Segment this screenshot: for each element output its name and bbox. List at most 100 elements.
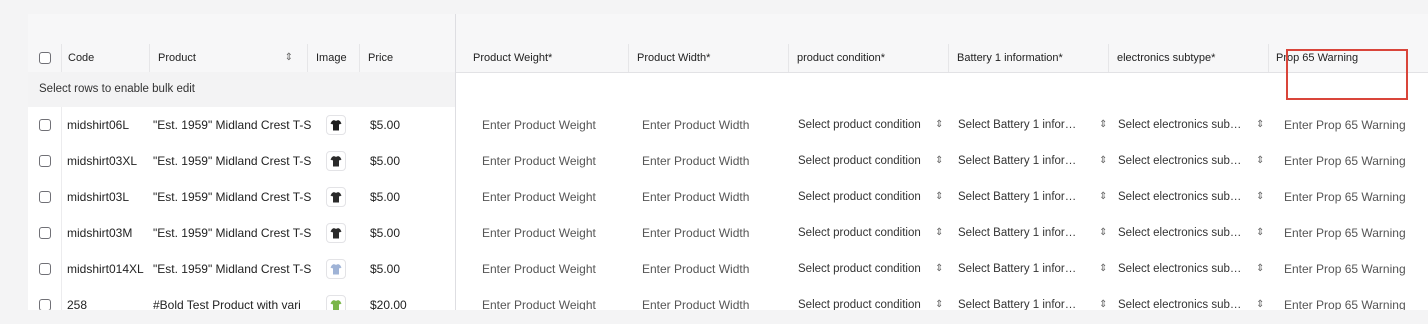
column-header-product[interactable]: Product ⇕: [150, 44, 308, 72]
grid-top-strip: [28, 14, 1428, 45]
product-weight-input[interactable]: Enter Product Weight: [465, 107, 629, 143]
row-product-name[interactable]: "Est. 1959" Midland Crest T-S: [153, 179, 319, 215]
product-width-input[interactable]: Enter Product Width: [629, 143, 789, 179]
chevron-updown-icon[interactable]: ⇕: [1256, 215, 1264, 251]
row-price[interactable]: $5.00: [370, 215, 450, 251]
row-product-name[interactable]: "Est. 1959" Midland Crest T-S: [153, 143, 319, 179]
bulk-edit-row: Select rows to enable bulk edit: [28, 72, 1428, 108]
chevron-updown-icon[interactable]: ⇕: [935, 287, 943, 310]
row-checkbox[interactable]: [39, 191, 51, 203]
product-thumbnail[interactable]: [326, 259, 346, 279]
product-thumbnail[interactable]: [326, 223, 346, 243]
prop65-warning-input[interactable]: Enter Prop 65 Warning: [1269, 287, 1428, 310]
row-checkbox[interactable]: [39, 299, 51, 310]
product-width-input[interactable]: Enter Product Width: [629, 287, 789, 310]
product-thumbnail[interactable]: [326, 295, 346, 310]
chevron-updown-icon[interactable]: ⇕: [1256, 179, 1264, 215]
row-price[interactable]: $5.00: [370, 107, 450, 143]
row-code[interactable]: midshirt06L: [62, 107, 150, 143]
product-condition-select[interactable]: Select product condition ⇕: [789, 179, 949, 215]
battery-info-select[interactable]: Select Battery 1 infor… ⇕: [949, 215, 1109, 251]
product-condition-select[interactable]: Select product condition ⇕: [789, 107, 949, 143]
product-condition-select[interactable]: Select product condition ⇕: [789, 251, 949, 287]
product-width-input[interactable]: Enter Product Width: [629, 179, 789, 215]
chevron-updown-icon[interactable]: ⇕: [1099, 215, 1107, 251]
table-row: midshirt06L "Est. 1959" Midland Crest T-S…: [28, 107, 1428, 144]
chevron-updown-icon[interactable]: ⇕: [935, 179, 943, 215]
sort-updown-icon[interactable]: ⇕: [285, 44, 293, 72]
row-price[interactable]: $5.00: [370, 143, 450, 179]
row-select-cell: [28, 251, 62, 287]
product-condition-select[interactable]: Select product condition ⇕: [789, 215, 949, 251]
product-thumbnail[interactable]: [326, 115, 346, 135]
electronics-subtype-select[interactable]: Select electronics sub… ⇕: [1109, 107, 1269, 143]
product-weight-input[interactable]: Enter Product Weight: [465, 215, 629, 251]
column-header-electronics-subtype[interactable]: electronics subtype*: [1109, 44, 1269, 72]
battery-info-select[interactable]: Select Battery 1 infor… ⇕: [949, 143, 1109, 179]
chevron-updown-icon[interactable]: ⇕: [1099, 107, 1107, 143]
row-checkbox[interactable]: [39, 227, 51, 239]
product-width-input[interactable]: Enter Product Width: [629, 251, 789, 287]
chevron-updown-icon[interactable]: ⇕: [935, 143, 943, 179]
prop65-warning-input[interactable]: Enter Prop 65 Warning: [1269, 107, 1428, 143]
row-code[interactable]: midshirt014XL: [62, 251, 150, 287]
row-checkbox[interactable]: [39, 263, 51, 275]
row-product-name[interactable]: "Est. 1959" Midland Crest T-S: [153, 107, 319, 143]
chevron-updown-icon[interactable]: ⇕: [1099, 143, 1107, 179]
chevron-updown-icon[interactable]: ⇕: [1256, 251, 1264, 287]
row-checkbox[interactable]: [39, 155, 51, 167]
prop65-warning-input[interactable]: Enter Prop 65 Warning: [1269, 215, 1428, 251]
product-width-input[interactable]: Enter Product Width: [629, 215, 789, 251]
prop65-warning-input[interactable]: Enter Prop 65 Warning: [1269, 143, 1428, 179]
row-code[interactable]: midshirt03M: [62, 215, 150, 251]
electronics-subtype-select[interactable]: Select electronics sub… ⇕: [1109, 215, 1269, 251]
column-header-code[interactable]: Code: [62, 44, 150, 72]
chevron-updown-icon[interactable]: ⇕: [1256, 287, 1264, 310]
row-code[interactable]: midshirt03XL: [62, 143, 150, 179]
column-header-product-weight[interactable]: Product Weight*: [465, 44, 629, 72]
battery-info-select[interactable]: Select Battery 1 infor… ⇕: [949, 251, 1109, 287]
product-weight-input[interactable]: Enter Product Weight: [465, 251, 629, 287]
select-all-checkbox[interactable]: [39, 52, 51, 64]
chevron-updown-icon[interactable]: ⇕: [1099, 287, 1107, 310]
product-weight-input[interactable]: Enter Product Weight: [465, 143, 629, 179]
chevron-updown-icon[interactable]: ⇕: [1256, 143, 1264, 179]
battery-info-select[interactable]: Select Battery 1 infor… ⇕: [949, 107, 1109, 143]
chevron-updown-icon[interactable]: ⇕: [935, 107, 943, 143]
electronics-subtype-select[interactable]: Select electronics sub… ⇕: [1109, 287, 1269, 310]
product-condition-select[interactable]: Select product condition ⇕: [789, 287, 949, 310]
product-thumbnail[interactable]: [326, 151, 346, 171]
row-price[interactable]: $20.00: [370, 287, 450, 310]
row-price[interactable]: $5.00: [370, 179, 450, 215]
prop65-warning-input[interactable]: Enter Prop 65 Warning: [1269, 251, 1428, 287]
electronics-subtype-select[interactable]: Select electronics sub… ⇕: [1109, 143, 1269, 179]
row-code[interactable]: midshirt03L: [62, 179, 150, 215]
battery-info-select[interactable]: Select Battery 1 infor… ⇕: [949, 179, 1109, 215]
column-header-product-width[interactable]: Product Width*: [629, 44, 789, 72]
column-header-battery-info[interactable]: Battery 1 information*: [949, 44, 1109, 72]
chevron-updown-icon[interactable]: ⇕: [935, 251, 943, 287]
product-condition-select[interactable]: Select product condition ⇕: [789, 143, 949, 179]
row-checkbox[interactable]: [39, 119, 51, 131]
product-width-input[interactable]: Enter Product Width: [629, 107, 789, 143]
chevron-updown-icon[interactable]: ⇕: [1256, 107, 1264, 143]
product-thumbnail[interactable]: [326, 187, 346, 207]
electronics-subtype-select[interactable]: Select electronics sub… ⇕: [1109, 251, 1269, 287]
electronics-subtype-select-value: Select electronics sub…: [1118, 263, 1242, 275]
row-price[interactable]: $5.00: [370, 251, 450, 287]
row-product-name[interactable]: "Est. 1959" Midland Crest T-S: [153, 251, 319, 287]
row-product-name[interactable]: "Est. 1959" Midland Crest T-S: [153, 215, 319, 251]
chevron-updown-icon[interactable]: ⇕: [1099, 179, 1107, 215]
row-product-name[interactable]: #Bold Test Product with vari: [153, 287, 319, 310]
electronics-subtype-select[interactable]: Select electronics sub… ⇕: [1109, 179, 1269, 215]
prop65-warning-input[interactable]: Enter Prop 65 Warning: [1269, 179, 1428, 215]
column-header-price[interactable]: Price: [360, 44, 455, 72]
chevron-updown-icon[interactable]: ⇕: [935, 215, 943, 251]
row-code[interactable]: 258: [62, 287, 150, 310]
product-weight-input[interactable]: Enter Product Weight: [465, 287, 629, 310]
column-header-product-condition[interactable]: product condition*: [789, 44, 949, 72]
chevron-updown-icon[interactable]: ⇕: [1099, 251, 1107, 287]
product-weight-input[interactable]: Enter Product Weight: [465, 179, 629, 215]
product-condition-select-value: Select product condition: [798, 263, 921, 275]
battery-info-select[interactable]: Select Battery 1 infor… ⇕: [949, 287, 1109, 310]
